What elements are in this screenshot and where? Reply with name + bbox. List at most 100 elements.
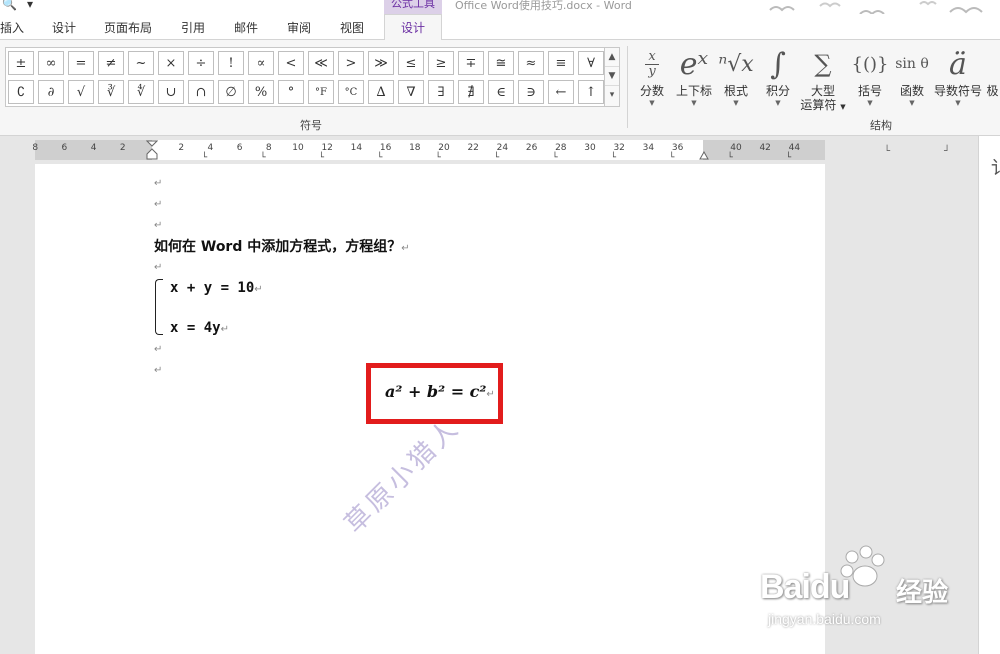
function-button[interactable]: sin θ 函数 ▼: [892, 44, 932, 108]
customize-qat-icon[interactable]: ▾: [27, 0, 33, 11]
document-heading[interactable]: 如何在 Word 中添加方程式，方程组？↵: [154, 236, 410, 256]
symbol-button[interactable]: ∁: [8, 80, 34, 104]
symbol-button[interactable]: °: [278, 80, 304, 104]
tab-stop-mark: └: [260, 153, 266, 163]
symbol-button[interactable]: <: [278, 51, 304, 75]
symbol-button[interactable]: °F: [308, 80, 334, 104]
symbol-button[interactable]: ÷: [188, 51, 214, 75]
script-label: 上下标: [675, 84, 712, 98]
symbol-button[interactable]: ↑: [578, 80, 604, 104]
ribbon-tabs: 插入 设计 页面布局 引用 邮件 审阅 视图: [0, 14, 1000, 40]
fraction-button[interactable]: x y 分数 ▼: [636, 44, 668, 108]
symbol-button[interactable]: ∞: [38, 51, 64, 75]
symbol-button[interactable]: ∩: [188, 80, 214, 104]
tab-stop-mark: └: [727, 153, 733, 163]
symbol-button[interactable]: ≠: [98, 51, 124, 75]
ruler-label: 22: [467, 143, 479, 153]
symbol-button[interactable]: °C: [338, 80, 364, 104]
quick-access-toolbar: 🔍 ▾: [2, 0, 33, 11]
decorative-birds: [769, 1, 983, 14]
symbol-button[interactable]: ≪: [308, 51, 334, 75]
tab-stop-mark: └: [785, 153, 792, 163]
radical-button[interactable]: ⁿ√x 根式 ▼: [718, 44, 754, 108]
ruler-label: 32: [613, 143, 625, 153]
tab-stop-mark: └: [201, 153, 208, 163]
symbol-button[interactable]: ≥: [428, 51, 454, 75]
large-operator-label-2: 运算符 ▼: [800, 98, 846, 112]
symbol-button[interactable]: ∀: [578, 51, 604, 75]
tab-layout[interactable]: 页面布局: [104, 19, 152, 36]
symbol-button[interactable]: ∋: [518, 80, 544, 104]
symbol-button[interactable]: ∜: [128, 80, 154, 104]
right-indent-marker-icon[interactable]: [699, 150, 709, 160]
symbol-button[interactable]: !: [218, 51, 244, 75]
symbol-button[interactable]: =: [68, 51, 94, 75]
tab-view[interactable]: 视图: [340, 19, 364, 36]
integral-icon: ∫: [770, 46, 786, 82]
symbol-button[interactable]: ±: [8, 51, 34, 75]
indent-marker-icon[interactable]: [146, 140, 158, 160]
ruler-label: 24: [496, 143, 509, 153]
paragraph-mark: ↵: [154, 199, 163, 210]
tab-review[interactable]: 审阅: [287, 19, 311, 36]
limit-button[interactable]: 极: [985, 44, 1000, 98]
margin-mark: └: [884, 146, 891, 157]
gallery-scroll[interactable]: ▲ ▼ ▾: [604, 47, 620, 107]
pythagorean-equation[interactable]: a² + b² = c²↵: [385, 382, 495, 401]
equation-line-1[interactable]: x + y = 10↵: [170, 280, 263, 296]
expand-gallery-icon[interactable]: ▾: [605, 86, 619, 105]
script-button[interactable]: eˣ 上下标 ▼: [672, 44, 716, 108]
tab-design[interactable]: 设计: [52, 19, 76, 36]
symbol-button[interactable]: ∅: [218, 80, 244, 104]
radical-label: 根式: [723, 84, 748, 98]
symbol-button[interactable]: ~: [128, 51, 154, 75]
scroll-down-icon[interactable]: ▼: [605, 67, 619, 86]
symbol-button[interactable]: ∃: [428, 80, 454, 104]
symbol-button[interactable]: ≤: [398, 51, 424, 75]
ruler-label: 20: [438, 143, 450, 153]
horizontal-ruler[interactable]: 8 6 4 2 2 4 6 8 10 12 14 16 18 20 22 24 26 28 30 32 34 36 40 42…: [32, 140, 825, 163]
chevron-down-icon: ▼: [775, 99, 781, 107]
symbol-button[interactable]: ∇: [398, 80, 424, 104]
ruler-label: 10: [292, 143, 304, 153]
bracket-icon: {()}: [851, 53, 889, 75]
tab-insert[interactable]: 插入: [0, 19, 24, 36]
integral-label: 积分: [765, 84, 790, 98]
symbol-button[interactable]: ≈: [518, 51, 544, 75]
accent-button[interactable]: ä 导数符号 ▼: [932, 44, 984, 108]
symbol-button[interactable]: √: [68, 80, 94, 104]
bracket-button[interactable]: {()} 括号 ▼: [850, 44, 890, 108]
symbol-button[interactable]: ∈: [488, 80, 514, 104]
symbol-button[interactable]: ∂: [38, 80, 64, 104]
symbol-button[interactable]: ≫: [368, 51, 394, 75]
tab-stop-mark: └: [435, 153, 441, 163]
ruler-label: 4: [207, 143, 214, 153]
ruler-label: 26: [525, 143, 538, 153]
symbol-button[interactable]: ∓: [458, 51, 484, 75]
print-preview-icon[interactable]: 🔍: [2, 0, 17, 11]
fraction-label: 分数: [639, 84, 664, 98]
document-page[interactable]: ↵ ↵ ↵ 如何在 Word 中添加方程式，方程组？↵ ↵ x + y = 10…: [35, 164, 825, 654]
scroll-up-icon[interactable]: ▲: [605, 48, 619, 67]
symbol-button[interactable]: ←: [548, 80, 574, 104]
symbol-button[interactable]: >: [338, 51, 364, 75]
equation-line-2[interactable]: x = 4y↵: [170, 320, 229, 336]
integral-button[interactable]: ∫ 积分 ▼: [760, 44, 796, 108]
ruler-label: 18: [409, 143, 421, 153]
function-icon: sin θ: [895, 56, 929, 72]
symbol-button[interactable]: ∄: [458, 80, 484, 104]
large-operator-button[interactable]: ∑ 大型 运算符 ▼: [800, 44, 846, 114]
symbol-button[interactable]: ∝: [248, 51, 274, 75]
tab-references[interactable]: 引用: [181, 19, 205, 36]
structures-group-label: 结构: [870, 119, 892, 132]
symbol-button[interactable]: ∪: [158, 80, 184, 104]
symbol-button[interactable]: %: [248, 80, 274, 104]
ruler-label: 16: [379, 143, 392, 153]
tab-equation-design[interactable]: 设计: [384, 14, 442, 41]
symbol-button[interactable]: ∆: [368, 80, 394, 104]
symbol-button[interactable]: ≅: [488, 51, 514, 75]
symbol-button[interactable]: ∛: [98, 80, 124, 104]
tab-mailings[interactable]: 邮件: [234, 19, 258, 36]
symbol-button[interactable]: ≡: [548, 51, 574, 75]
symbol-button[interactable]: ×: [158, 51, 184, 75]
